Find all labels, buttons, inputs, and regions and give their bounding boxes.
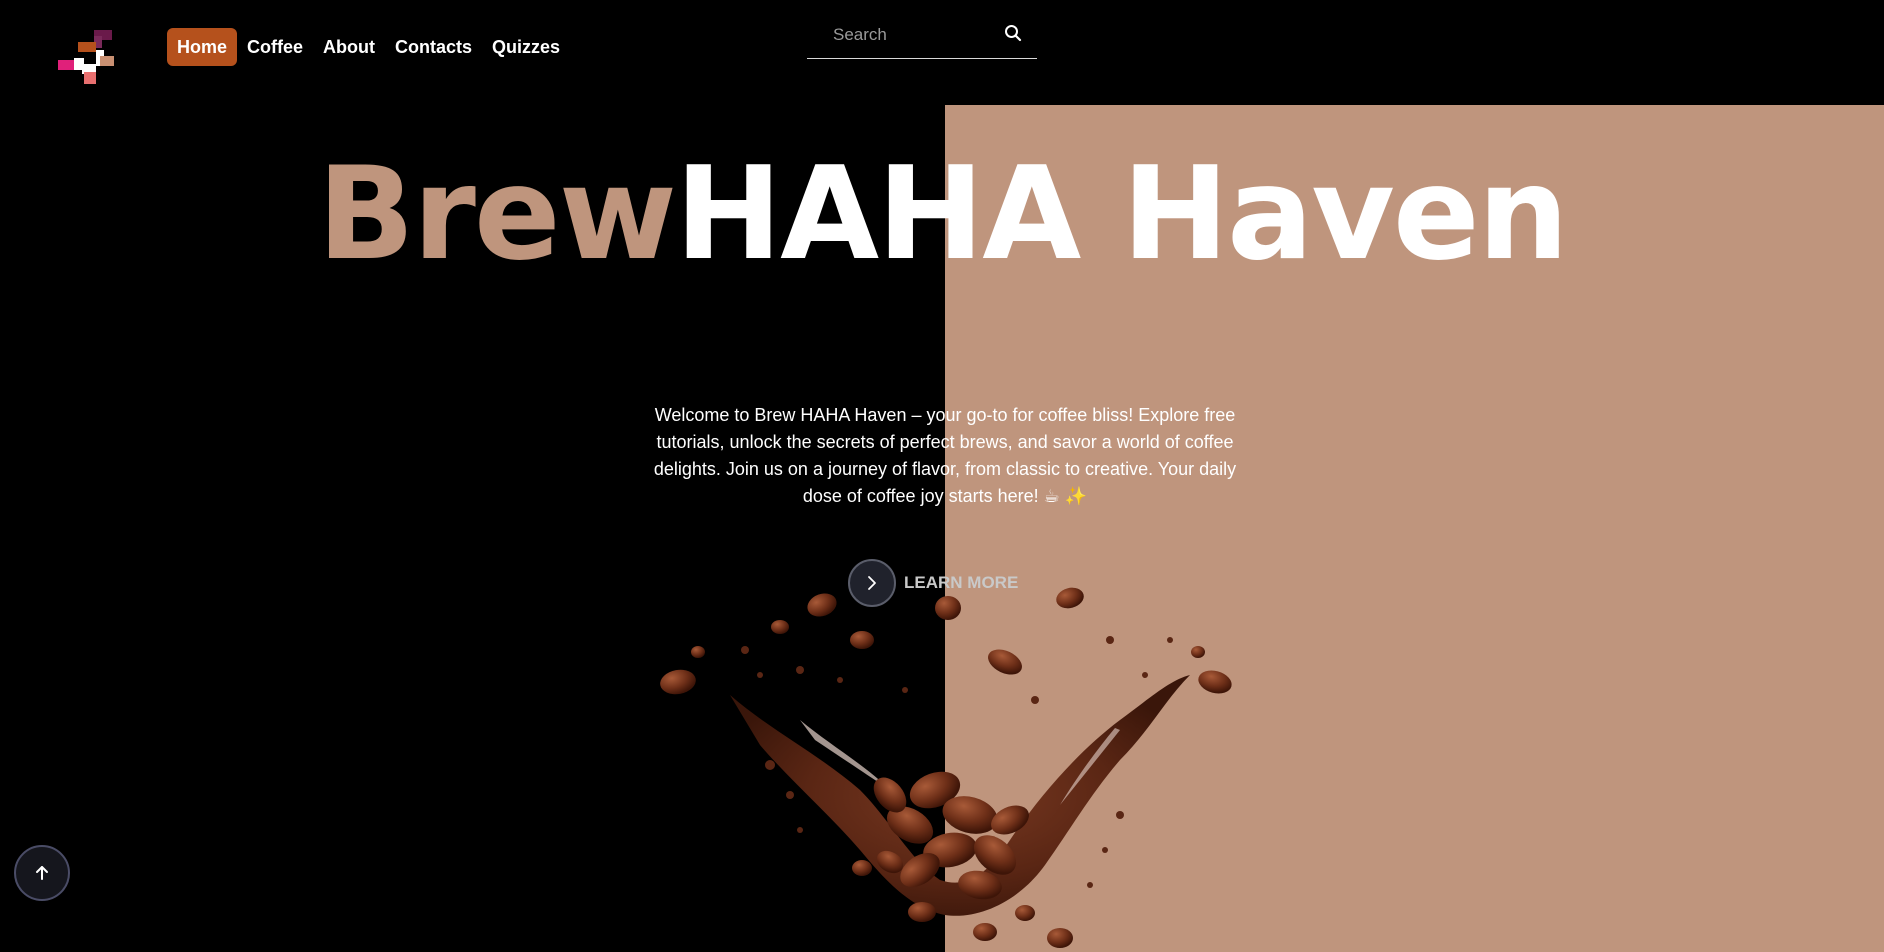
page: Home Coffee About Contacts Quizzes BrewH… <box>0 0 1884 952</box>
search-bar <box>807 14 1037 59</box>
search-input[interactable] <box>807 20 997 50</box>
nav-quizzes[interactable]: Quizzes <box>482 28 570 66</box>
nav-home[interactable]: Home <box>167 28 238 66</box>
learn-more-label[interactable]: LEARN MORE <box>904 573 1018 593</box>
arrow-up-icon <box>36 866 48 880</box>
hero-title: BrewHAHA Haven <box>0 140 1884 290</box>
nav-coffee[interactable]: Coffee <box>237 28 313 66</box>
hero-title-rest: HAHA Haven <box>674 140 1569 289</box>
main-nav: Home Coffee About Contacts Quizzes <box>167 28 570 66</box>
chevron-right-icon <box>868 576 876 590</box>
brand-logo[interactable] <box>56 28 120 92</box>
scroll-top-button[interactable] <box>14 845 70 901</box>
nav-contacts[interactable]: Contacts <box>385 28 482 66</box>
hero-title-brew: Brew <box>317 140 677 289</box>
coffee-splash-image <box>660 587 1232 948</box>
learn-more-button[interactable]: LEARN MORE <box>848 559 1018 607</box>
learn-more-circle[interactable] <box>848 559 896 607</box>
nav-about[interactable]: About <box>313 28 385 66</box>
search-icon[interactable] <box>1003 23 1023 43</box>
hero-intro: Welcome to Brew HAHA Haven – your go-to … <box>653 405 1237 506</box>
